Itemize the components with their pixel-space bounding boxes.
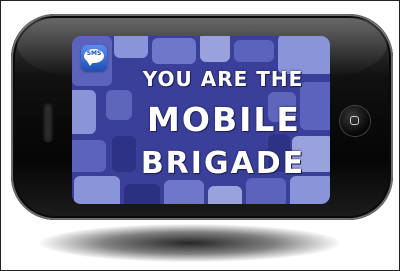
bg-tile — [164, 180, 204, 204]
bg-tile — [234, 40, 274, 62]
home-button[interactable] — [340, 106, 370, 136]
bg-tile — [246, 178, 286, 204]
headline-line-1: YOU ARE THE — [142, 67, 304, 91]
bg-tile — [200, 36, 230, 62]
bg-tile — [114, 36, 148, 58]
phone-screen: SMS YOU ARE THE MOBILE BRIGADE — [72, 36, 330, 204]
bg-tile — [208, 186, 242, 204]
bg-tile — [152, 38, 196, 64]
home-square-icon — [350, 116, 359, 125]
bg-tile — [72, 90, 96, 134]
phone-body: SMS YOU ARE THE MOBILE BRIGADE — [11, 14, 393, 220]
speaker-slot — [44, 104, 52, 142]
phone-shadow — [40, 224, 340, 262]
headline-line-2: MOBILE — [147, 100, 301, 139]
bg-tile — [124, 184, 160, 204]
sms-bubble-tail — [87, 61, 94, 66]
sms-icon-label: SMS — [86, 50, 102, 57]
headline-line-3: BRIGADE — [140, 146, 306, 181]
